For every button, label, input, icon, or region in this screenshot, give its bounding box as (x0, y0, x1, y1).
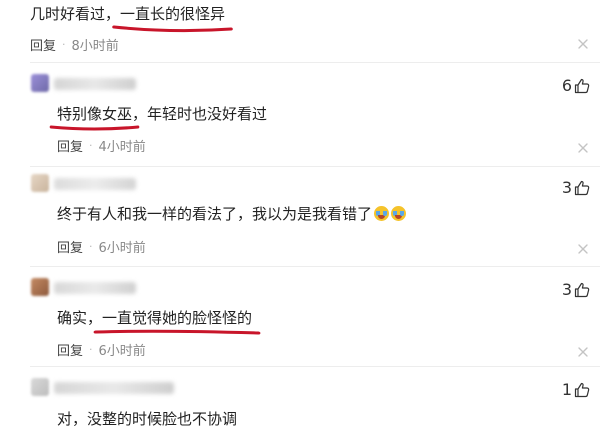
comment-text: 特别像女巫 ，年轻时也没好看过 (49, 104, 268, 131)
meta-separator: · (62, 38, 66, 51)
avatar[interactable] (31, 278, 49, 296)
close-icon[interactable] (577, 35, 589, 49)
reply-comment: 6 特别像女巫 ，年轻时也没好看过 回复 · 4小时前 (0, 66, 600, 166)
divider (30, 266, 600, 267)
highlighted-phrase: 特别像女巫 (49, 104, 140, 131)
comment-timestamp: 6小时前 (98, 344, 146, 359)
username-redacted[interactable] (54, 78, 136, 90)
red-underline (93, 329, 261, 335)
red-underline (112, 25, 233, 33)
divider (30, 166, 600, 167)
avatar[interactable] (31, 74, 49, 92)
username-redacted[interactable] (54, 382, 174, 394)
like-button[interactable]: 3 (562, 178, 590, 197)
comment-text: 对，没整的时候脸也不协调 (57, 409, 237, 429)
reply-button[interactable]: 回复 (57, 237, 83, 256)
close-icon[interactable] (577, 343, 589, 357)
like-button[interactable]: 3 (562, 280, 590, 299)
top-comment: 几时好看过，一直长的很怪异 回复 · 8小时前 (0, 0, 600, 62)
comment-text-plain: 对，没整的时候脸也不协调 (57, 410, 238, 428)
avatar[interactable] (31, 378, 49, 396)
like-count: 3 (561, 280, 572, 299)
laughing-crying-emoji-icon (374, 206, 390, 221)
close-icon[interactable] (577, 240, 589, 254)
laughing-crying-emoji-icon (391, 206, 407, 221)
comment-text-plain: 确实， (57, 309, 103, 327)
highlighted-phrase: 一直觉得她的脸怪怪的 (93, 308, 261, 335)
username-redacted[interactable] (54, 282, 136, 294)
like-count: 3 (561, 178, 572, 197)
highlighted-phrase: 一直长的很怪异 (112, 4, 233, 33)
reply-button[interactable]: 回复 (30, 35, 56, 54)
highlighted-text: 特别像女巫 (57, 105, 133, 123)
like-button[interactable]: 1 (562, 380, 590, 399)
comment-thread: 几时好看过，一直长的很怪异 回复 · 8小时前 6 特别像女巫 ，年轻时也没好看过… (0, 0, 600, 440)
red-underline (49, 125, 140, 131)
meta-separator: · (89, 139, 93, 152)
comment-text-plain: 终于有人和我一样的看法了，我以为是我看错了 (57, 205, 373, 223)
divider (30, 366, 600, 367)
comment-timestamp: 4小时前 (98, 140, 146, 155)
comment-meta: 回复 · 6小时前 (57, 340, 146, 359)
thumbs-up-icon (574, 282, 590, 297)
divider (30, 62, 600, 63)
comment-text: 终于有人和我一样的看法了，我以为是我看错了 (57, 204, 407, 224)
close-icon[interactable] (577, 139, 589, 153)
thumbs-up-icon (574, 382, 590, 397)
like-count: 1 (561, 380, 572, 399)
comment-timestamp: 8小时前 (71, 39, 119, 54)
comment-text-plain: 几时好看过， (30, 5, 121, 23)
reply-comment: 3 确实，一直觉得她的脸怪怪的 回复 · 6小时前 (0, 270, 600, 370)
comment-meta: 回复 · 4小时前 (57, 136, 146, 155)
comment-meta: 回复 · 8小时前 (30, 35, 119, 54)
highlighted-text: 一直觉得她的脸怪怪的 (102, 309, 253, 327)
meta-separator: · (89, 343, 93, 356)
highlighted-text: 一直长的很怪异 (120, 5, 226, 23)
comment-timestamp: 6小时前 (98, 241, 146, 256)
reply-button[interactable]: 回复 (57, 136, 83, 155)
reply-comment: 1 对，没整的时候脸也不协调 (0, 370, 600, 440)
comment-text-plain: ，年轻时也没好看过 (132, 105, 268, 123)
comment-meta: 回复 · 6小时前 (57, 237, 146, 256)
comment-text: 几时好看过，一直长的很怪异 (30, 4, 233, 33)
like-button[interactable]: 6 (562, 76, 590, 95)
thumbs-up-icon (574, 180, 590, 195)
avatar[interactable] (31, 174, 49, 192)
meta-separator: · (89, 240, 93, 253)
like-count: 6 (561, 76, 572, 95)
comment-text: 确实，一直觉得她的脸怪怪的 (57, 308, 261, 335)
reply-button[interactable]: 回复 (57, 340, 83, 359)
thumbs-up-icon (574, 78, 590, 93)
username-redacted[interactable] (54, 178, 136, 190)
reply-comment: 3 终于有人和我一样的看法了，我以为是我看错了 回复 · 6小时前 (0, 170, 600, 270)
